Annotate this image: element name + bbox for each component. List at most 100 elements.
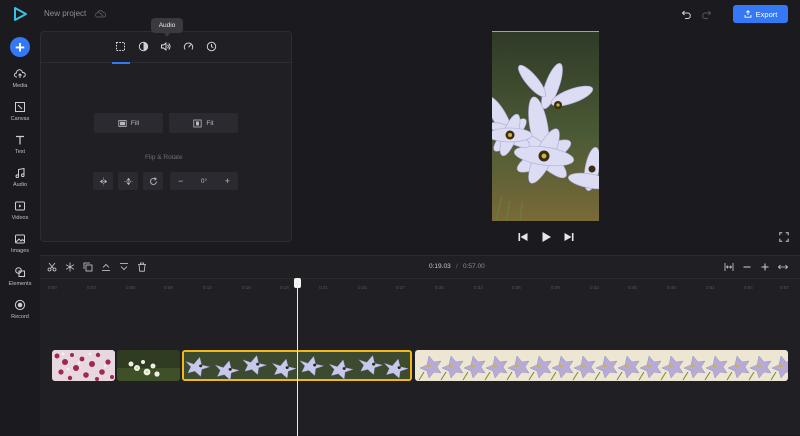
tab-crop[interactable] [115,41,127,53]
add-media-button[interactable]: + [10,37,30,57]
zoom-out-icon[interactable] [742,262,752,272]
ruler-tick: 0:42 [590,285,599,290]
sidebar-item-record[interactable]: Record [0,299,40,329]
move-up-icon[interactable] [101,262,111,272]
minus-icon[interactable]: − [178,176,183,186]
ruler-tick: 0:36 [512,285,521,290]
timeline-clip-white-flowers[interactable] [117,350,180,381]
volume-icon [161,42,171,51]
fit-button[interactable]: Fit [169,113,238,133]
fill-icon [118,119,127,127]
ruler-tick: 0:30 [435,285,444,290]
ruler-tick: 0:08 [126,285,135,290]
sidebar-item-elements[interactable]: Elements [0,266,40,296]
video-icon [15,201,25,211]
ruler-tick: 0:12 [203,285,212,290]
flip-vertical-icon [124,177,132,185]
ruler-tick: 0:15 [242,285,251,290]
export-label: Export [755,9,778,19]
properties-panel: Audio Fill Fit Flip & Rotate − 0° + [40,18,292,242]
sidebar-label: Videos [11,215,29,221]
expand-timeline-icon[interactable] [778,262,788,272]
ruler-tick: 0:57 [780,285,789,290]
image-icon [15,234,25,244]
sidebar-item-images[interactable]: Images [0,233,40,263]
move-down-icon[interactable] [119,262,129,272]
ruler-tick: 0:18 [280,285,289,290]
export-icon [744,10,752,18]
flip-vertical-button[interactable] [118,172,138,190]
flip-horizontal-button[interactable] [93,172,113,190]
text-icon [16,135,24,145]
clip-thumbnail [52,350,115,381]
current-time: 0:19.03 [429,263,451,270]
active-tab-indicator [112,62,130,64]
project-name[interactable]: New project [44,9,86,18]
clip-thumbnail [415,350,788,381]
timeline: 0:19.03 / 0:57.00 0:00 0:03 0:08 0:09 0:… [40,255,800,436]
fit-label: Fit [206,119,214,127]
video-preview[interactable] [492,31,599,221]
sidebar-label: Media [12,83,28,89]
skip-forward-icon[interactable] [563,231,575,243]
ruler-tick: 0:39 [551,285,560,290]
total-time: 0:57.00 [463,263,485,270]
flip-horizontal-icon [99,177,107,185]
ruler-tick: 0:33 [474,285,483,290]
canvas-icon [15,102,25,112]
fill-label: Fill [130,119,140,127]
sidebar-label: Audio [12,182,28,188]
trash-icon[interactable] [137,262,147,272]
zoom-in-icon[interactable] [760,262,770,272]
ruler-tick: 0:51 [706,285,715,290]
undo-icon[interactable] [681,9,692,19]
preview-image [492,31,599,221]
fill-button[interactable]: Fill [94,113,163,133]
crop-icon [116,42,125,51]
record-icon [14,299,26,311]
clip-thumbnail [117,350,180,381]
tab-duration[interactable] [206,41,218,53]
duplicate-icon[interactable] [83,262,93,272]
tab-adjust[interactable] [138,41,150,53]
sidebar-item-audio[interactable]: Audio [0,167,40,197]
plus-icon[interactable]: + [225,176,230,186]
redo-icon[interactable] [701,9,712,19]
ruler-tick: 0:27 [396,285,405,290]
sidebar-item-videos[interactable]: Videos [0,200,40,230]
ruler-tick: 0:09 [164,285,173,290]
ruler-tick: 0:48 [667,285,676,290]
sidebar-label: Elements [8,281,32,287]
sidebar-item-media[interactable]: Media [0,68,40,98]
fullscreen-icon[interactable] [779,232,789,242]
music-note-icon [15,167,25,178]
sidebar-label: Canvas [10,116,30,122]
sidebar-item-text[interactable]: Text [0,134,40,164]
playhead[interactable] [297,281,298,436]
sidebar-item-canvas[interactable]: Canvas [0,101,40,131]
sidebar-label: Record [11,314,29,320]
skip-back-icon[interactable] [517,231,529,243]
ruler-tick: 0:54 [744,285,753,290]
contrast-icon [138,41,149,52]
app-logo-icon[interactable] [12,6,28,22]
fit-timeline-icon[interactable] [724,262,734,272]
flip-rotate-label: Flip & Rotate [145,154,183,161]
rotate-button[interactable] [143,172,163,190]
tab-speed[interactable] [183,41,195,53]
rotation-stepper[interactable]: − 0° + [170,172,238,190]
rotation-value: 0° [200,177,208,185]
timeline-clip-spring-flowers[interactable] [415,350,788,381]
time-ruler[interactable]: 0:00 0:03 0:08 0:09 0:12 0:15 0:18 0:21 … [40,278,800,292]
shapes-icon [15,267,25,277]
left-sidebar: + Media Canvas Text Audio Videos Images … [0,0,40,435]
ruler-tick: 0:24 [358,285,367,290]
tab-audio[interactable] [160,41,172,53]
freeze-icon[interactable] [65,262,75,272]
export-button[interactable]: Export [733,5,788,23]
play-icon[interactable] [540,231,552,243]
timeline-clip-pink-flowers[interactable] [52,350,115,381]
ruler-tick: 0:45 [628,285,637,290]
scissors-icon[interactable] [47,262,57,272]
time-separator: / [456,263,458,270]
